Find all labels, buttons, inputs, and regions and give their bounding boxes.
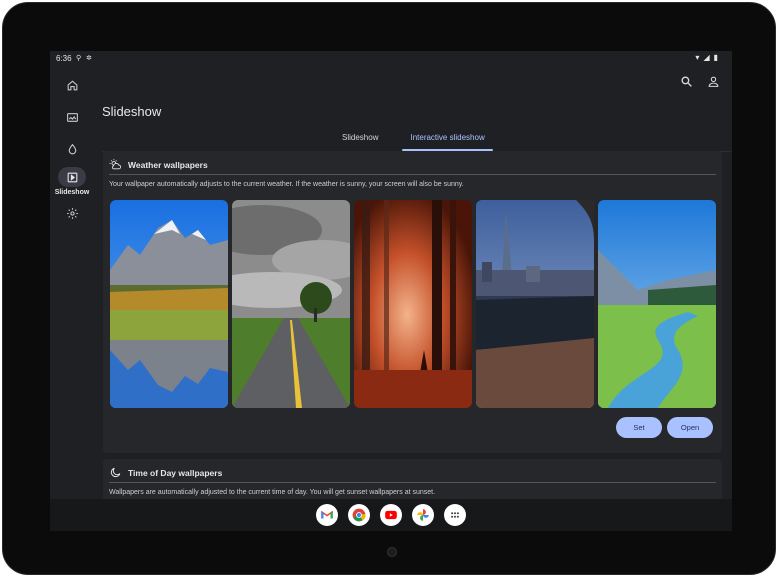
top-actions — [680, 75, 720, 88]
search-icon[interactable] — [680, 75, 693, 88]
time-card-header: Time of Day wallpapers — [109, 466, 222, 479]
tab-bar: Slideshow Interactive slideshow — [334, 131, 494, 151]
wallpaper-thumbnails — [110, 200, 716, 408]
usb-icon: ⚲ — [76, 55, 82, 62]
wallpaper-thumb-road[interactable] — [232, 200, 350, 408]
nav-slideshow-label: Slideshow — [54, 189, 90, 196]
time-card-title: Time of Day wallpapers — [128, 467, 223, 478]
nav-rail: Slideshow — [50, 67, 94, 497]
nav-home[interactable] — [58, 75, 86, 95]
weather-wallpapers-card: Weather wallpapers Your wallpaper automa… — [103, 151, 722, 453]
weather-card-title: Weather wallpapers — [128, 159, 208, 170]
home-icon — [67, 79, 77, 90]
battery-icon: ▮ — [713, 53, 718, 62]
photos-icon[interactable] — [412, 504, 434, 526]
time-card-description: Wallpapers are automatically adjusted to… — [109, 489, 436, 496]
gallery-icon — [66, 112, 78, 122]
chrome-icon[interactable] — [348, 504, 370, 526]
wallpaper-thumb-city-river[interactable] — [476, 200, 594, 408]
moon-icon — [110, 467, 121, 478]
tab-slideshow[interactable]: Slideshow — [334, 131, 386, 151]
wifi-icon: ▾ — [695, 53, 700, 62]
gmail-icon[interactable] — [316, 504, 338, 526]
wallpaper-thumb-autumn-forest[interactable] — [354, 200, 472, 408]
time-card-rule — [109, 482, 716, 483]
palette-icon — [68, 143, 76, 154]
camera-icon — [387, 547, 397, 557]
nav-slideshow[interactable] — [58, 167, 86, 187]
screen: 6:36 ⚲ ✲ ▾ ◢ ▮ Slideshow Slideshow Slide… — [50, 51, 732, 531]
page-title: Slideshow — [102, 104, 162, 119]
account-icon[interactable] — [707, 75, 720, 88]
nav-theme[interactable] — [58, 139, 86, 159]
app-dock — [50, 499, 732, 531]
wallpaper-thumb-valley-stream[interactable] — [598, 200, 716, 408]
weather-card-rule — [109, 174, 716, 175]
wallpaper-thumb-mountain-lake[interactable] — [110, 200, 228, 408]
weather-icon — [109, 159, 122, 170]
status-bar: 6:36 ⚲ ✲ ▾ ◢ ▮ — [50, 51, 732, 67]
tablet-frame: 6:36 ⚲ ✲ ▾ ◢ ▮ Slideshow Slideshow Slide… — [2, 2, 776, 575]
weather-card-header: Weather wallpapers — [109, 158, 208, 171]
nav-gallery[interactable] — [58, 107, 86, 127]
status-time: 6:36 — [56, 54, 72, 63]
signal-icon: ◢ — [703, 53, 710, 62]
nav-settings[interactable] — [58, 203, 86, 223]
app-drawer-icon[interactable] — [444, 504, 466, 526]
set-button[interactable]: Set — [616, 417, 662, 438]
gear-icon — [66, 207, 78, 219]
youtube-icon[interactable] — [380, 504, 402, 526]
open-button[interactable]: Open — [667, 417, 713, 438]
settings-small-icon: ✲ — [86, 55, 92, 62]
tab-interactive-slideshow[interactable]: Interactive slideshow — [402, 131, 494, 151]
weather-card-description: Your wallpaper automatically adjusts to … — [109, 181, 464, 188]
slideshow-icon — [67, 172, 77, 182]
